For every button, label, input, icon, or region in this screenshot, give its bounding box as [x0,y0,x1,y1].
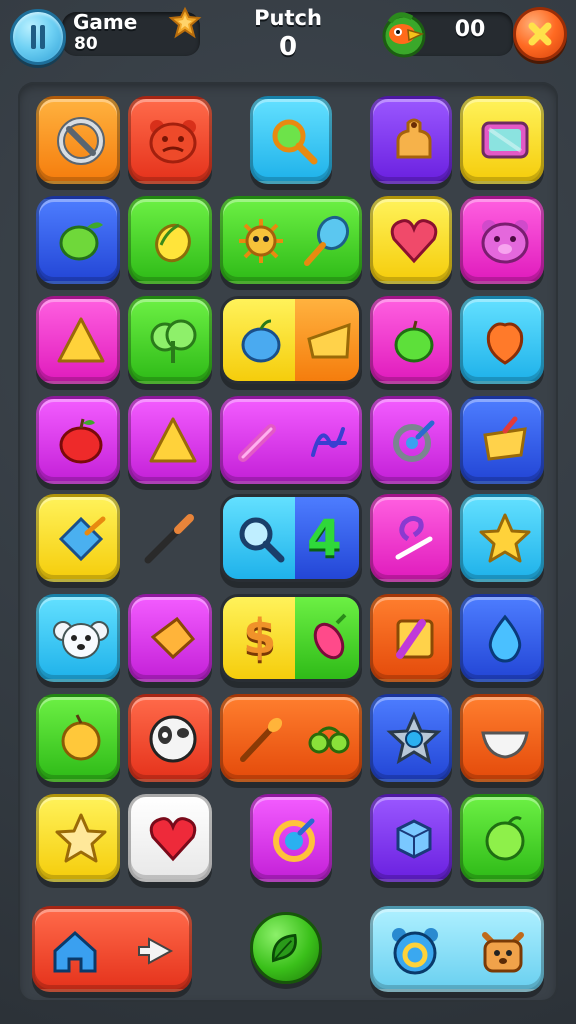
tile-triangle[interactable] [36,296,120,384]
leaf-icon [271,933,297,963]
tile-cheese[interactable] [128,594,212,682]
swirl-icon [395,515,433,560]
tile-green-apple[interactable] [370,296,452,384]
tile-double-magnifier-number[interactable]: 4 [220,494,362,582]
tile-ring[interactable] [250,794,332,882]
tile-bear[interactable] [128,96,212,184]
drum-icon [483,416,527,461]
olive-icon [308,726,350,754]
tile-drop[interactable] [460,594,544,682]
tile-tv[interactable] [460,96,544,184]
tile-triangle-2[interactable] [128,396,212,484]
tile-swirl[interactable] [370,494,452,582]
tile-tree[interactable] [128,296,212,384]
gear-star-icon [386,711,442,765]
torch-icon [240,717,283,762]
apple-icon [241,319,281,363]
bowl-icon [481,731,529,759]
cube-icon [396,819,432,859]
bear-face-icon [482,932,524,973]
tile-double-apple-cheese[interactable] [220,296,362,384]
panda-icon [149,715,197,763]
leaf-button[interactable] [250,912,322,984]
virus-icon [239,219,283,263]
home-icon [53,930,97,973]
drop-icon [488,614,522,663]
magnifier-icon [272,119,318,165]
triangle-icon [57,317,105,363]
home-play-button[interactable] [32,906,192,992]
tile-double-pencil-scribble[interactable] [220,396,362,484]
coin-count: 00 [454,17,486,42]
star-icon [479,513,531,563]
scribble-icon [311,427,347,457]
tile-star-2[interactable] [36,794,120,882]
brush-icon[interactable] [140,508,200,568]
koala-icon [53,621,109,659]
tile-kite[interactable] [36,494,120,582]
tile-lime[interactable] [36,196,120,284]
tile-bowl[interactable] [460,694,544,782]
tile-lemon[interactable] [128,196,212,284]
bear-icon [149,120,197,164]
tile-target[interactable] [36,96,120,184]
star-icon [55,813,107,863]
tile-koala[interactable] [36,594,120,682]
parrot-coin-icon [382,12,426,58]
tile-heart[interactable] [370,196,452,284]
tile-red-apple[interactable] [36,396,120,484]
tile-double-torch-olive[interactable] [220,694,362,782]
tile-drum[interactable] [460,396,544,484]
pencil-icon [238,424,276,462]
heart-icon [390,219,438,264]
cheese-icon [307,322,351,359]
play-icon [138,937,174,965]
compass-icon [393,420,435,462]
crayon-icon [396,619,434,659]
tile-crayon[interactable] [370,594,452,682]
tile-pig[interactable] [460,196,544,284]
cheese-icon [150,616,196,660]
peach-icon [486,322,524,365]
bear-ring-icon [392,928,438,975]
triangle-icon [149,417,197,463]
bell-icon [396,118,432,159]
number-tile-label: 4 [307,509,342,567]
lime-icon [59,222,103,261]
target-icon [57,117,105,165]
kite-icon [58,516,106,562]
apple-icon [59,418,103,464]
dollar-icon: $ [243,609,277,665]
carrot-icon [313,613,347,660]
heart-icon [149,817,197,862]
tile-peach[interactable] [460,296,544,384]
ring-icon [273,818,315,862]
tile-melon[interactable] [460,794,544,882]
tile-double-dollar-carrot[interactable]: $ [220,594,362,682]
tile-compass[interactable] [370,396,452,484]
bear-ring-panel[interactable] [370,906,544,992]
tile-bell[interactable] [370,96,452,184]
close-button[interactable] [513,7,567,61]
tile-magnifier[interactable] [250,96,332,184]
pig-icon [481,220,529,264]
melon-icon [485,816,525,861]
magnifier-icon [239,517,285,563]
tree-icon [150,319,197,363]
lemon-icon [61,714,101,761]
tv-icon [481,121,529,159]
tile-panda[interactable] [128,694,212,782]
tile-cube[interactable] [370,794,452,882]
green-apple-icon [394,320,434,363]
lemon-icon [155,223,191,263]
ice-cream-icon [304,215,350,266]
tile-double-virus-icecream[interactable] [220,196,362,284]
tile-lemon-2[interactable] [36,694,120,782]
tile-gear-star[interactable] [370,694,452,782]
close-icon [528,22,552,46]
tile-heart-2[interactable] [128,794,212,882]
tile-star[interactable] [460,494,544,582]
